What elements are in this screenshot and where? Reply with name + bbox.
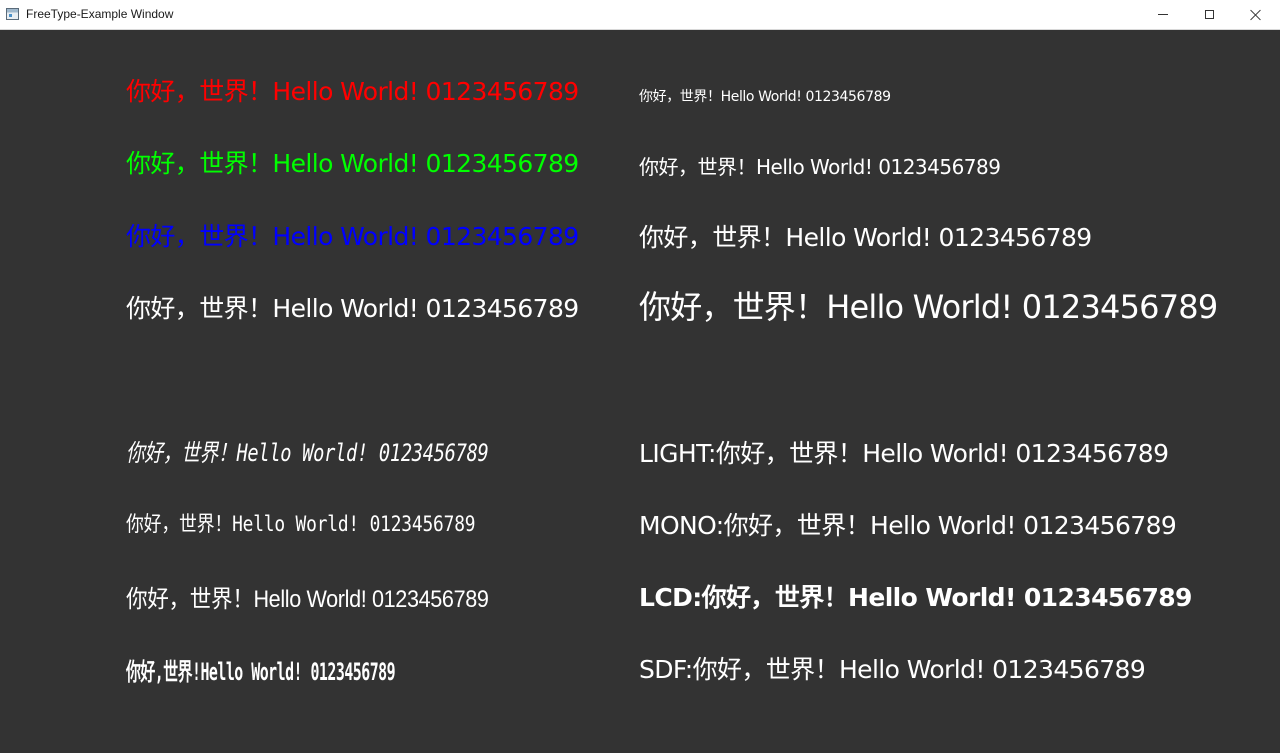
sample-text-size-small: 你好，世界！Hello World! 0123456789 [639,89,891,105]
minimize-icon [1158,14,1168,15]
sample-text-mode-sdf: SDF:你好，世界！Hello World! 0123456789 [639,655,1146,684]
sample-text-mode-light: LIGHT:你好，世界！Hello World! 0123456789 [639,439,1169,468]
sample-text-green: 你好，世界！Hello World! 0123456789 [126,149,579,178]
title-bar[interactable]: FreeType-Example Window [0,0,1280,30]
close-button[interactable] [1232,0,1278,29]
sample-text-font-condensed: 你好,世界!Hello World! 0123456789 [126,658,396,686]
sample-text-font-handwritten: 你好，世界！Hello World! 0123456789 [126,439,489,467]
sample-text-font-light: 你好，世界！Hello World! 0123456789 [126,586,489,613]
sample-text-blue: 你好，世界！Hello World! 0123456789 [126,222,579,251]
sample-text-size-large: 你好，世界！Hello World! 0123456789 [639,223,1092,252]
app-icon [6,8,19,20]
sample-text-mode-mono: MONO:你好，世界！Hello World! 0123456789 [639,511,1177,540]
sample-text-size-xlarge: 你好，世界！Hello World! 0123456789 [639,288,1218,326]
minimize-button[interactable] [1140,0,1186,29]
sample-text-font-rounded: 你好，世界！Hello World! 0123456789 [126,512,476,536]
maximize-button[interactable] [1186,0,1232,29]
close-icon [1249,9,1261,21]
sample-text-size-medium: 你好，世界！Hello World! 0123456789 [639,155,1001,179]
sample-text-mode-lcd: LCD:你好，世界！Hello World! 0123456789 [639,583,1192,612]
sample-text-white: 你好，世界！Hello World! 0123456789 [126,294,579,323]
window-title: FreeType-Example Window [26,7,174,21]
maximize-icon [1204,10,1214,19]
sample-text-red: 你好，世界！Hello World! 0123456789 [126,77,579,106]
app-window: FreeType-Example Window 你好，世界！Hello Worl… [0,0,1280,753]
